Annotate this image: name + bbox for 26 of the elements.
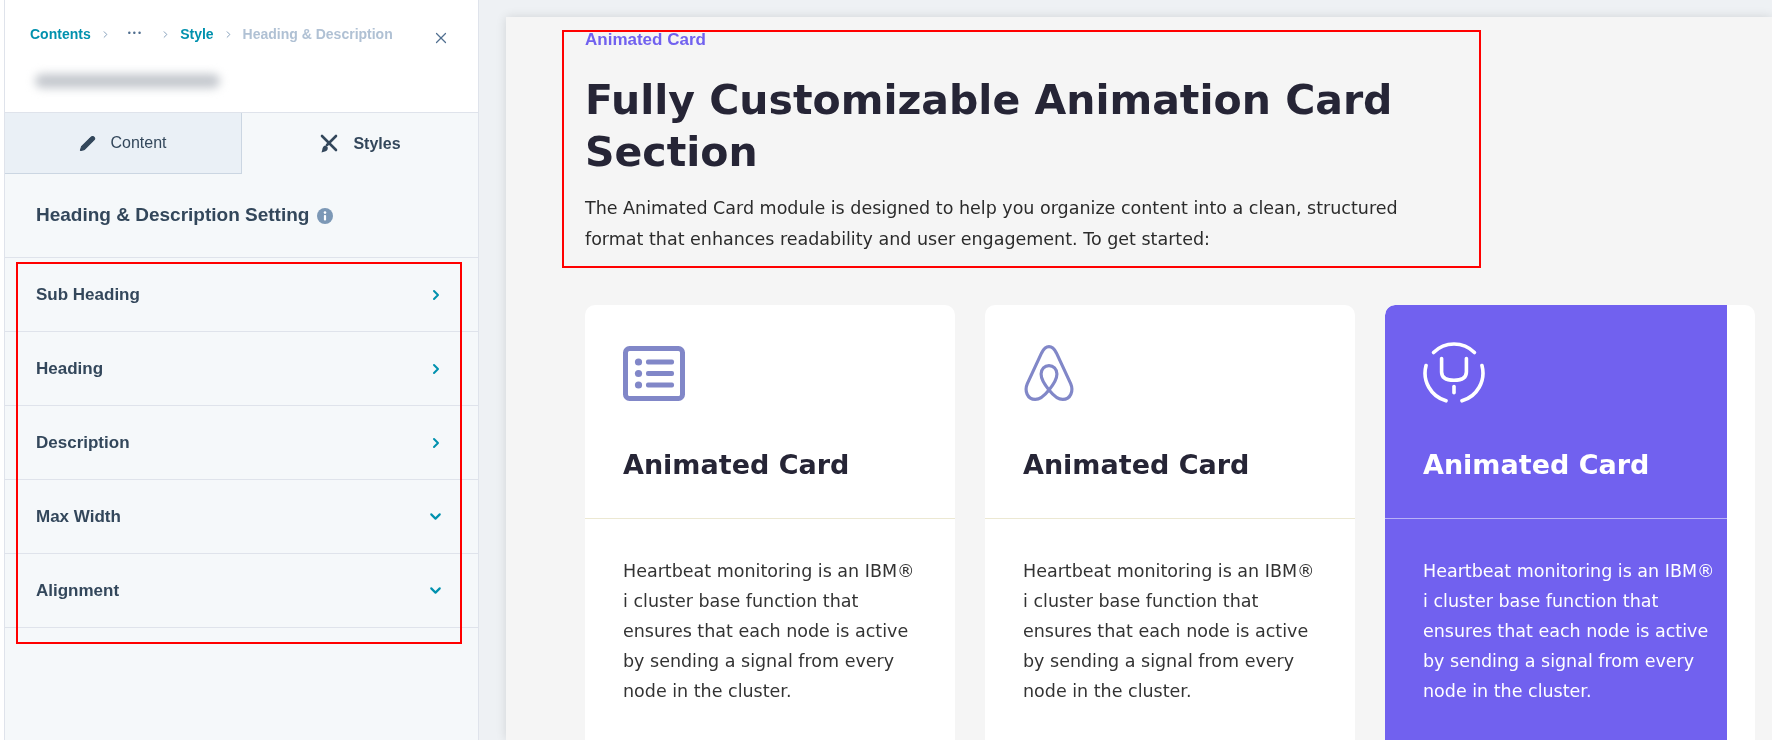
circle-fork-icon <box>1423 342 1485 404</box>
breadcrumb-link[interactable]: Style <box>180 23 214 45</box>
list-icon <box>623 345 685 401</box>
eyebrow-label: Animated Card <box>585 30 707 50</box>
loop-icon <box>1023 345 1075 401</box>
settings-row[interactable]: Heading <box>5 332 478 406</box>
section-heading: Fully Customizable Animation Card Section <box>585 75 1394 178</box>
card-text: Heartbeat monitoring is an IBM® i cluster base function that ensures that each node is active by sending a signal from every node in the cluster. <box>623 560 916 703</box>
settings-row[interactable]: Sub Heading <box>5 258 478 332</box>
breadcrumb-current: Heading & Description <box>242 24 393 44</box>
pencil-icon <box>79 134 97 152</box>
breadcrumb-link[interactable]: Contents <box>30 23 91 45</box>
section-title: Heading & Description Setting <box>36 203 310 228</box>
settings-row[interactable]: Description <box>5 406 478 480</box>
card-text: Heartbeat monitoring is an IBM® i cluster base function that ensures that each node is active by sending a signal from every node in the cluster. <box>1023 560 1316 703</box>
settings-row[interactable]: Alignment <box>5 554 478 628</box>
tab[interactable]: Content <box>5 113 242 174</box>
settings-row[interactable]: Max Width <box>5 480 478 554</box>
card-title: Animated Card <box>1423 448 1651 482</box>
section-description: The Animated Card module is designed to help you organize content into a clean, structured format that enhances readability and user engagement. To get started: <box>585 197 1399 251</box>
breadcrumb-more[interactable]: ••• <box>119 27 152 41</box>
card-text: Heartbeat monitoring is an IBM® i cluster base function that ensures that each node is active by sending a signal from every node in the cluster. <box>1423 560 1716 703</box>
card-title: Animated Card <box>1023 448 1251 482</box>
info-icon <box>317 207 334 224</box>
crossed-tools-icon <box>319 133 340 154</box>
card-title: Animated Card <box>623 448 851 482</box>
